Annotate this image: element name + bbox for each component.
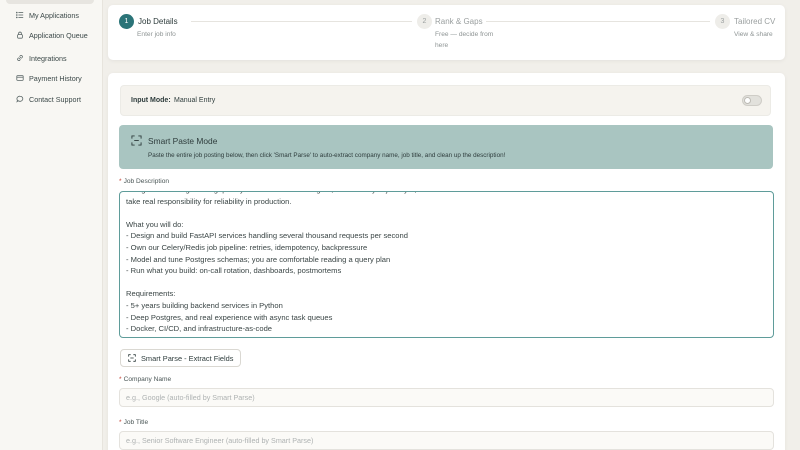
company-name-label: * Company Name [119,376,171,383]
smart-paste-description: Paste the entire job posting below, then… [148,152,506,159]
job-title-label: * Job Title [119,419,148,426]
step-connector [191,21,412,22]
sidebar-item-my-applications[interactable]: My Applications [16,8,79,22]
input-mode-value: Manual Entry [174,97,216,104]
step-3-subtitle: View & share [734,31,773,38]
input-mode-toggle[interactable] [742,95,762,106]
step-1-title: Job Details [138,17,178,26]
toggle-knob [744,97,751,104]
required-marker: * [119,376,122,383]
job-description-label-text: Job Description [123,178,170,185]
sidebar-item-application-queue[interactable]: Application Queue [16,28,88,42]
smart-paste-banner: Smart Paste Mode Paste the entire job po… [119,125,773,169]
lock-icon [17,31,23,39]
sidebar-item-label: Application Queue [29,30,88,40]
list-icon [16,11,24,19]
sidebar-item-contact-support[interactable]: Contact Support [16,92,81,106]
job-title-input[interactable]: e.g., Senior Software Engineer (auto-fil… [119,431,774,450]
progress-stepper: 1 Job Details Enter job info 2 Rank & Ga… [108,5,785,60]
scan-icon [128,354,136,362]
step-connector [486,21,710,22]
job-description-text: Design and run high-throughput Python se… [126,192,431,334]
link-icon [17,55,23,61]
sidebar-item-label: My Applications [29,10,79,20]
step-3-title: Tailored CV [734,17,776,26]
scan-icon [131,135,142,146]
sidebar-item-label: Integrations [29,53,67,63]
job-details-form: Input Mode: Manual Entry Smart Paste Mod… [108,73,785,450]
company-name-placeholder: e.g., Google (auto-filled by Smart Parse… [126,393,255,402]
step-2-subtitle-line: Free — decide from [435,31,494,38]
company-name-label-text: Company Name [123,376,172,383]
step-2-subtitle: Free — decide from here [435,30,493,51]
smart-parse-button-label: Smart Parse - Extract Fields [141,353,234,363]
sidebar-item-label: Contact Support [29,94,81,104]
step-2-title: Rank & Gaps [435,17,483,26]
sidebar-item-label: Payment History [29,73,82,83]
step-1-number: 1 [119,14,134,29]
sidebar-item-integrations[interactable]: Integrations [16,51,67,65]
job-description-textarea[interactable]: Design and run high-throughput Python se… [119,191,774,338]
required-marker: * [119,419,122,426]
sidebar-item-payment-history[interactable]: Payment History [16,71,82,85]
step-1-subtitle: Enter job info [137,31,176,38]
smart-paste-title: Smart Paste Mode [148,136,218,146]
required-marker: * [119,178,122,185]
job-title-label-text: Job Title [123,419,149,426]
input-mode-bar: Input Mode: Manual Entry [120,85,771,116]
chat-icon [16,95,24,103]
company-name-input[interactable]: e.g., Google (auto-filled by Smart Parse… [119,388,774,407]
smart-parse-button[interactable]: Smart Parse - Extract Fields [120,349,241,367]
sidebar: My Applications Application Queue Integr… [0,0,103,450]
input-mode-label: Input Mode: [131,97,171,104]
step-2-subtitle-line: here [435,41,449,49]
job-description-label: * Job Description [119,178,169,185]
job-title-placeholder: e.g., Senior Software Engineer (auto-fil… [126,436,314,445]
step-3-number: 3 [715,14,730,29]
card-icon [16,75,24,81]
sidebar-active-item-highlight[interactable] [6,0,94,4]
step-2-number: 2 [417,14,432,29]
